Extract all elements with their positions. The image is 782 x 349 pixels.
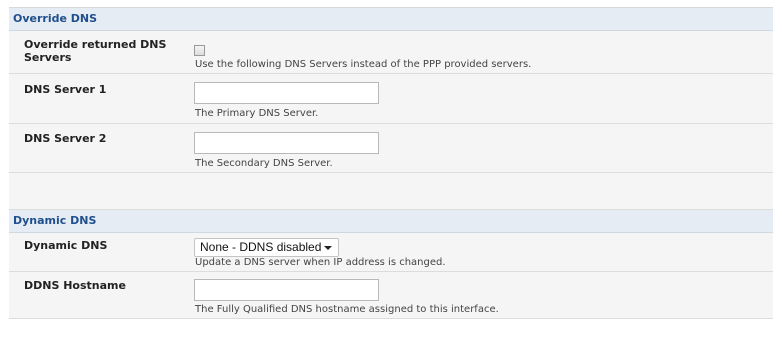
dns-server-1-hint: The Primary DNS Server. xyxy=(195,108,319,119)
row-dns-server-2: DNS Server 2 The Secondary DNS Server. xyxy=(9,124,773,173)
dynamic-dns-select[interactable]: None - DDNS disabled xyxy=(194,238,339,257)
dns-server-1-input[interactable] xyxy=(194,82,379,104)
ddns-hostname-hint: The Fully Qualified DNS hostname assigne… xyxy=(195,304,499,315)
row-ddns-hostname: DDNS Hostname The Fully Qualified DNS ho… xyxy=(9,272,773,319)
override-dns-checkbox[interactable] xyxy=(194,45,205,56)
row-dynamic-dns: Dynamic DNS None - DDNS disabled Update … xyxy=(9,233,773,272)
override-dns-hint: Use the following DNS Servers instead of… xyxy=(195,59,532,70)
row-dns-server-1: DNS Server 1 The Primary DNS Server. xyxy=(9,74,773,124)
ddns-hostname-input[interactable] xyxy=(194,279,379,301)
section-header-dynamic-dns: Dynamic DNS xyxy=(9,210,773,233)
section-header-override-dns: Override DNS xyxy=(9,8,773,31)
chevron-down-icon xyxy=(324,246,332,250)
dns-server-2-hint: The Secondary DNS Server. xyxy=(195,158,333,169)
row-override-returned-dns: Override returned DNS Servers Use the fo… xyxy=(9,31,773,74)
dns-server-2-input[interactable] xyxy=(194,132,379,154)
settings-panel: Override DNS Override returned DNS Serve… xyxy=(9,7,773,319)
override-dns-label: Override returned DNS Servers xyxy=(24,38,167,64)
dynamic-dns-label: Dynamic DNS xyxy=(24,239,108,252)
dynamic-dns-hint: Update a DNS server when IP address is c… xyxy=(195,257,446,268)
dns-server-2-label: DNS Server 2 xyxy=(24,132,107,145)
section-spacer xyxy=(9,173,773,210)
ddns-hostname-label: DDNS Hostname xyxy=(24,279,126,292)
dns-server-1-label: DNS Server 1 xyxy=(24,83,107,96)
dynamic-dns-selected-value: None - DDNS disabled xyxy=(200,240,322,254)
